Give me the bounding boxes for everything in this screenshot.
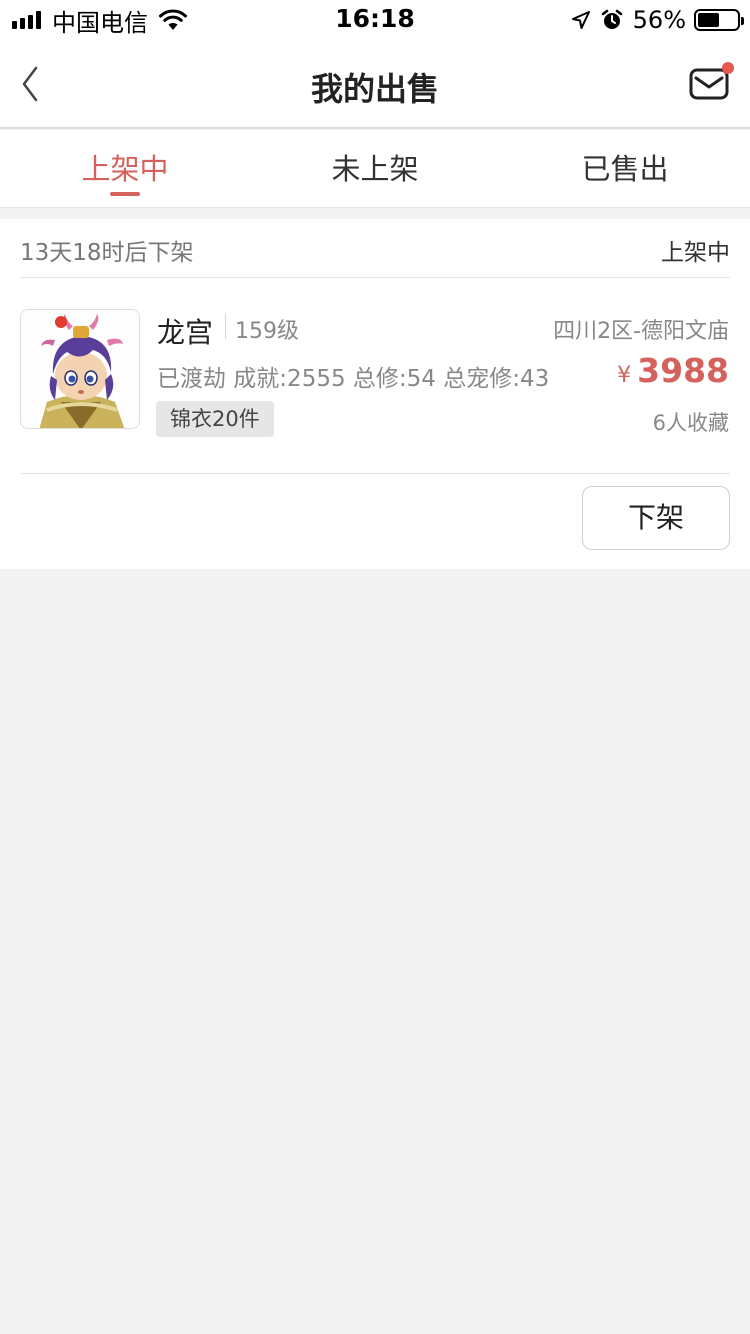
- status-bar-right: 56%: [571, 6, 744, 34]
- listing-card-header: 13天18时后下架 上架中: [20, 219, 730, 278]
- currency-symbol: ¥: [617, 363, 632, 388]
- tab-label: 未上架: [331, 152, 419, 186]
- unread-dot: [722, 62, 734, 74]
- battery-icon: [694, 9, 744, 31]
- delist-countdown: 13天18时后下架: [20, 240, 194, 266]
- server-name: 四川2区-德阳文庙: [553, 319, 729, 344]
- page-title: 我的出售: [310, 70, 439, 108]
- alarm-icon: [601, 9, 622, 29]
- level-separator: [225, 313, 226, 339]
- delist-button[interactable]: 下架: [582, 486, 730, 550]
- character-avatar: [20, 309, 140, 429]
- card-divider: [20, 473, 730, 474]
- tab-bar: 上架中 未上架 已售出: [0, 130, 750, 208]
- listing-status: 上架中: [661, 240, 730, 266]
- item-tag: 锦衣20件: [156, 401, 274, 437]
- role-stats: 已渡劫 成就:2555 总修:54 总宠修:43: [157, 366, 550, 392]
- tab-unlisted[interactable]: 未上架: [250, 130, 500, 208]
- role-level: 159级: [235, 319, 299, 344]
- price: ¥3988: [617, 351, 729, 390]
- price-value: 3988: [637, 351, 729, 390]
- tab-listed[interactable]: 上架中: [0, 130, 250, 208]
- nav-bar: 我的出售: [0, 40, 750, 129]
- tab-label: 上架中: [81, 152, 169, 186]
- listing-card[interactable]: 13天18时后下架 上架中 龙宫 159级 四川2区-德阳文庙 已渡劫 成就:2…: [0, 219, 750, 569]
- tab-label: 已售出: [581, 152, 669, 186]
- tab-active-indicator: [110, 192, 140, 196]
- location-arrow-icon: [571, 11, 590, 29]
- role-name: 龙宫: [157, 316, 214, 349]
- favorite-count: 6人收藏: [652, 411, 729, 435]
- battery-percent: 56%: [632, 6, 686, 34]
- tab-sold[interactable]: 已售出: [500, 130, 750, 208]
- status-bar: 中国电信 16:18 56%: [0, 0, 750, 40]
